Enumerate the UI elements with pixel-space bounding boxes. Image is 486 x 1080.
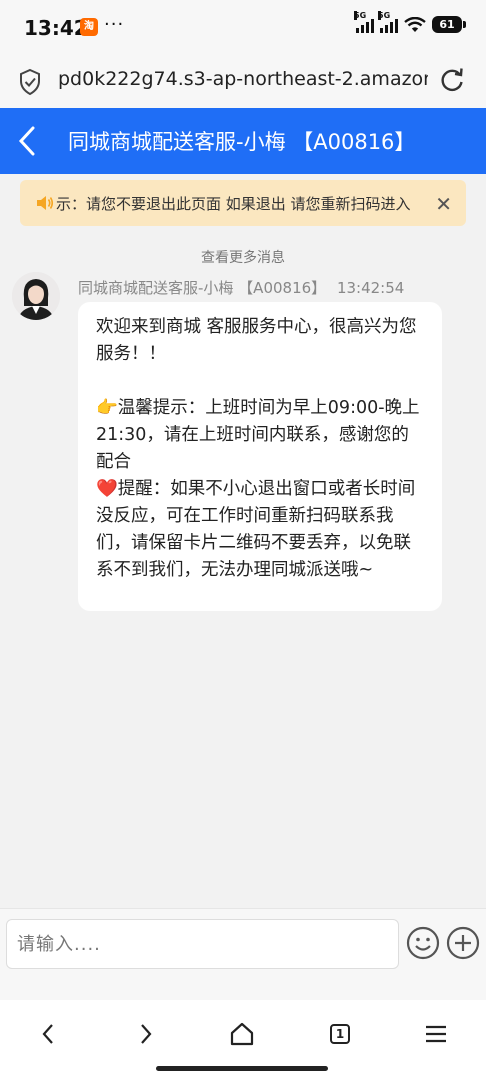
browser-url-bar: pd0k222g74.s3-ap-northeast-2.amazonaws [0,56,486,108]
back-arrow-icon[interactable] [14,123,40,159]
view-more-messages-link[interactable]: 查看更多消息 [0,247,486,267]
status-bar: 13:42 淘 ··· 5G 5G 61 [0,0,486,56]
plus-icon[interactable] [446,926,480,960]
home-indicator [156,1066,328,1071]
menu-icon [426,1025,446,1043]
pointing-hand-icon: 👉 [96,398,118,418]
speaker-icon [37,196,54,210]
browser-bottom-nav: 1 [0,1000,486,1080]
reminder-text: 提醒：如果不小心退出窗口或者长时间没反应，可在工作时间重新扫码联系我们，请保留卡… [96,479,416,580]
chevron-right-icon [141,1024,152,1044]
chat-header: 同城商城配送客服-小梅 【A00816】 [0,108,486,174]
more-notifications-icon: ··· [104,14,125,35]
close-icon[interactable]: ✕ [435,192,452,216]
emoji-icon[interactable] [406,926,440,960]
notice-banner: 示：请您不要退出此页面 如果退出 请您重新扫码进入 ✕ [20,180,466,226]
reload-icon[interactable] [438,66,466,94]
signal-icon: 5G [354,10,374,33]
status-icons: 5G 5G 61 [354,10,466,33]
reminder-paragraph: ❤️提醒：如果不小心退出窗口或者长时间没反应，可在工作时间重新扫码联系我们，请保… [96,476,424,584]
signal-icon: 5G [378,10,398,33]
tab-count-icon: 1 [330,1024,350,1044]
greeting-text: 欢迎来到商城 客服服务中心，很高兴为您服务！！ [96,317,417,364]
battery-icon: 61 [432,16,466,33]
nav-tabs-button[interactable]: 1 [322,1016,358,1052]
shield-check-icon[interactable] [18,68,42,96]
notice-text: 示：请您不要退出此页面 如果退出 请您重新扫码进入 [56,195,411,213]
chat-title: 同城商城配送客服-小梅 【A00816】 [68,130,416,154]
taobao-app-icon: 淘 [80,18,98,36]
sender-name: 同城商城配送客服-小梅 【A00816】 [78,279,327,297]
tip-text: 温馨提示：上班时间为早上09:00-晚上21:30，请在上班时间内联系，感谢您的… [96,398,420,472]
message-meta: 同城商城配送客服-小梅 【A00816】 13:42:54 [78,277,404,298]
nav-menu-button[interactable] [418,1016,454,1052]
nav-forward-button[interactable] [128,1016,164,1052]
home-icon [230,1022,254,1046]
nav-back-button[interactable] [30,1016,66,1052]
input-area [0,908,486,1000]
wifi-icon [404,16,426,32]
status-time: 13:42 [24,16,88,40]
message-time: 13:42:54 [336,279,405,297]
agent-avatar [12,272,60,320]
message-bubble: 欢迎来到商城 客服服务中心，很高兴为您服务！！ 👉温馨提示：上班时间为早上09:… [78,302,442,611]
tip-paragraph: 👉温馨提示：上班时间为早上09:00-晚上21:30，请在上班时间内联系，感谢您… [96,395,424,476]
nav-home-button[interactable] [224,1016,260,1052]
url-field[interactable]: pd0k222g74.s3-ap-northeast-2.amazonaws [58,68,428,90]
heart-icon: ❤️ [96,479,118,499]
chevron-left-icon [42,1024,53,1044]
message-input[interactable] [6,919,399,969]
